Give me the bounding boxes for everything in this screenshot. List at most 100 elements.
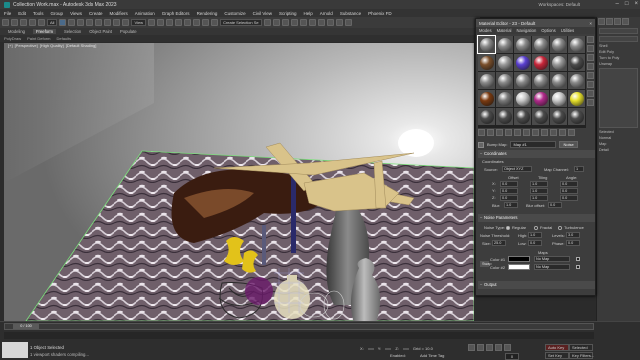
color2-map-button[interactable]: No Map <box>534 264 570 270</box>
percent-snap-icon[interactable] <box>193 19 201 26</box>
ribbon-tab-freeform[interactable]: Freeform <box>33 29 56 34</box>
material-sample-slot[interactable] <box>532 72 549 89</box>
material-sample-slot[interactable] <box>478 90 495 107</box>
material-sample-slot[interactable] <box>478 54 495 71</box>
undo-icon[interactable] <box>2 19 9 26</box>
viewport-shading[interactable]: [Default Shading] <box>66 43 97 50</box>
material-sample-slot[interactable] <box>532 54 549 71</box>
redo-icon[interactable] <box>11 19 18 26</box>
me-menu-options[interactable]: Options <box>541 28 555 33</box>
color1-map-checkbox[interactable] <box>576 257 580 261</box>
source-dropdown[interactable]: Object XYZ <box>502 166 532 172</box>
select-object-icon[interactable] <box>59 19 67 26</box>
menu-graph-editors[interactable]: Graph Editors <box>162 11 190 16</box>
reference-coordinate-dropdown[interactable]: View <box>131 19 147 26</box>
select-by-material-icon[interactable] <box>587 99 594 106</box>
curve-editor-icon[interactable] <box>299 19 307 26</box>
menu-group[interactable]: Group <box>51 11 64 16</box>
material-sample-slot[interactable] <box>514 108 531 125</box>
blur-spinner[interactable]: 1.0 <box>504 202 518 208</box>
modifier-shell[interactable]: Shell <box>599 44 638 48</box>
menu-arnold[interactable]: Arnold <box>320 11 333 16</box>
menu-file[interactable]: File <box>4 11 11 16</box>
material-sample-slot[interactable] <box>496 72 513 89</box>
material-sample-slot[interactable] <box>568 54 585 71</box>
material-editor-icon[interactable] <box>317 19 325 26</box>
material-sample-slot[interactable] <box>532 108 549 125</box>
angle-x-spinner[interactable]: 0.0 <box>560 181 578 187</box>
me-menu-material[interactable]: Material <box>497 28 512 33</box>
menu-customize[interactable]: Customize <box>224 11 245 16</box>
material-sample-slot[interactable] <box>477 35 496 54</box>
rendered-frame-icon[interactable] <box>335 19 343 26</box>
noise-parameters-rollout[interactable]: Noise Parameters <box>478 214 595 222</box>
video-color-check-icon[interactable] <box>587 72 594 79</box>
mirror-icon[interactable] <box>263 19 271 26</box>
coordinates-rollout[interactable]: Coordinates <box>478 150 595 158</box>
ribbon-paint-deform[interactable]: Paint Deform <box>27 36 50 41</box>
menu-create[interactable]: Create <box>89 11 103 16</box>
material-sample-slot[interactable] <box>514 36 531 53</box>
show-end-result-icon[interactable] <box>550 129 557 136</box>
current-frame-input[interactable]: 0 <box>505 353 519 360</box>
unlink-icon[interactable] <box>29 19 36 26</box>
modifier-list-dropdown[interactable] <box>599 36 638 42</box>
material-sample-slot[interactable] <box>478 108 495 125</box>
scale-icon[interactable] <box>113 19 121 26</box>
menu-scripting[interactable]: Scripting <box>279 11 297 16</box>
high-spinner[interactable]: 1.0 <box>528 232 542 238</box>
menu-modifiers[interactable]: Modifiers <box>110 11 128 16</box>
menu-substance[interactable]: Substance <box>340 11 361 16</box>
size-spinner[interactable]: 25.0 <box>492 240 506 246</box>
make-unique-icon[interactable] <box>514 129 521 136</box>
go-to-end-icon[interactable] <box>504 344 511 351</box>
move-icon[interactable] <box>95 19 103 26</box>
link-icon[interactable] <box>20 19 27 26</box>
material-sample-slot[interactable] <box>550 36 567 53</box>
select-manipulate-icon[interactable] <box>157 19 165 26</box>
ribbon-tab-modeling[interactable]: Modeling <box>8 29 25 34</box>
time-slider[interactable]: 0 / 100 <box>4 323 594 330</box>
noise-fractal-radio[interactable] <box>534 226 538 230</box>
me-menu-utilities[interactable]: Utilities <box>561 28 575 33</box>
add-time-tag[interactable]: Add Time Tag <box>420 353 444 358</box>
menu-tools[interactable]: Tools <box>33 11 44 16</box>
reset-map-icon[interactable] <box>505 129 512 136</box>
workspace-selector[interactable]: Workspaces: Default <box>539 2 580 7</box>
backlight-icon[interactable] <box>587 45 594 52</box>
material-sample-slot[interactable] <box>550 108 567 125</box>
play-icon[interactable] <box>486 344 493 351</box>
placement-icon[interactable] <box>122 19 130 26</box>
menu-help[interactable]: Help <box>304 11 313 16</box>
motion-tab-icon[interactable] <box>622 18 629 25</box>
selection-filter-dropdown[interactable]: All <box>47 19 58 26</box>
blur-offset-spinner[interactable]: 0.0 <box>548 202 562 208</box>
map-name-input[interactable]: Map #1 <box>510 141 557 148</box>
menu-rendering[interactable]: Rendering <box>197 11 218 16</box>
material-sample-slot[interactable] <box>568 90 585 107</box>
go-to-parent-icon[interactable] <box>559 129 566 136</box>
time-slider-thumb[interactable]: 0 / 100 <box>13 324 39 329</box>
material-editor-titlebar[interactable]: Material Editor - 23 - Default × <box>476 19 595 27</box>
render-icon[interactable] <box>344 19 352 26</box>
show-in-viewport-icon[interactable] <box>541 129 548 136</box>
material-sample-slot[interactable] <box>568 36 585 53</box>
track-bar[interactable] <box>4 332 594 339</box>
maxscript-listener[interactable] <box>2 342 28 358</box>
selected-dropdown[interactable]: Selected <box>569 344 593 351</box>
select-by-name-icon[interactable] <box>68 19 76 26</box>
rotate-icon[interactable] <box>104 19 112 26</box>
material-sample-slot[interactable] <box>496 36 513 53</box>
menu-civil-view[interactable]: Civil View <box>253 11 272 16</box>
swap-button[interactable]: Swap <box>480 261 492 267</box>
go-to-start-icon[interactable] <box>468 344 475 351</box>
tiling-x-spinner[interactable]: 1.0 <box>530 181 548 187</box>
schematic-view-icon[interactable] <box>308 19 316 26</box>
named-selection-dropdown[interactable]: Create Selection Se <box>220 19 262 26</box>
noise-turbulence-radio[interactable] <box>558 226 562 230</box>
ribbon-polydraw[interactable]: PolyDraw <box>4 36 21 41</box>
phase-spinner[interactable]: 0.0 <box>566 240 580 246</box>
z-value[interactable] <box>402 347 409 350</box>
menu-edit[interactable]: Edit <box>18 11 26 16</box>
edit-named-selection-icon[interactable] <box>211 19 219 26</box>
